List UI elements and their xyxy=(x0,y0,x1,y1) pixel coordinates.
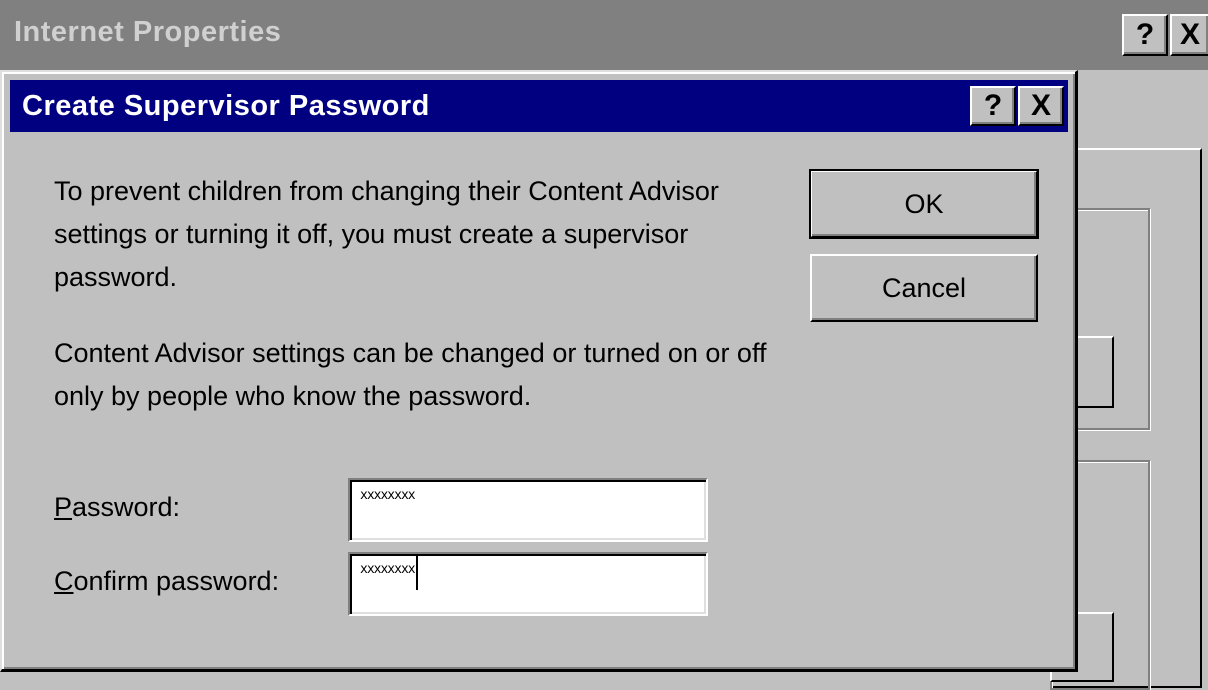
password-label-mnemonic: P xyxy=(54,492,73,522)
confirm-password-value: xxxxxxxx xyxy=(360,562,416,577)
text-caret xyxy=(415,556,418,590)
confirm-password-label: Confirm password: xyxy=(54,566,279,597)
confirm-password-field[interactable]: xxxxxxxx xyxy=(348,552,708,616)
dialog-title: Create Supervisor Password xyxy=(22,90,430,122)
close-x-icon: X xyxy=(1179,18,1200,51)
password-label: Password: xyxy=(54,492,180,523)
dialog-close-button[interactable]: X xyxy=(1018,86,1064,126)
explanation-text: Content Advisor settings can be changed … xyxy=(54,338,767,411)
password-field[interactable]: xxxxxxxx xyxy=(348,478,708,542)
confirm-label-mnemonic: C xyxy=(54,566,74,596)
password-label-text: assword: xyxy=(72,492,181,522)
dialog-titlebar[interactable]: Create Supervisor Password ? X xyxy=(10,80,1068,132)
instruction-text: To prevent children from changing their … xyxy=(54,176,719,292)
confirm-label-text: onfirm password: xyxy=(73,566,280,596)
internet-properties-titlebar[interactable]: Internet Properties ? X xyxy=(0,0,1208,70)
close-x-icon: X xyxy=(1030,89,1051,122)
question-mark-icon: ? xyxy=(1135,18,1155,51)
internet-properties-title: Internet Properties xyxy=(14,16,282,48)
ok-button[interactable]: OK xyxy=(809,169,1039,239)
dialog-help-button[interactable]: ? xyxy=(970,86,1016,126)
cancel-button[interactable]: Cancel xyxy=(810,254,1038,322)
password-value: xxxxxxxx xyxy=(360,488,416,503)
internet-properties-help-button[interactable]: ? xyxy=(1122,14,1168,56)
question-mark-icon: ? xyxy=(983,89,1003,122)
create-supervisor-password-dialog: Create Supervisor Password ? X To preven… xyxy=(0,70,1078,672)
internet-properties-close-button[interactable]: X xyxy=(1170,14,1208,56)
